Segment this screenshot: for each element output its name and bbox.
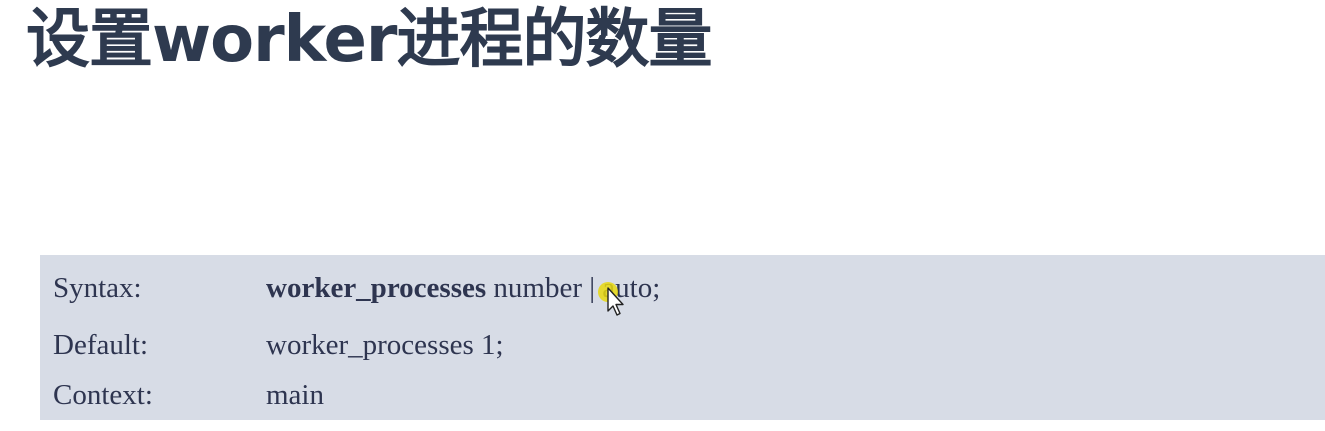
mouse-pointer-icon bbox=[598, 282, 624, 316]
default-row: Default: worker_processes 1; bbox=[53, 329, 504, 362]
directive-args: number | auto; bbox=[493, 272, 661, 304]
syntax-row: Syntax: worker_processes number | auto; bbox=[53, 272, 660, 305]
directive-table: Syntax: worker_processes number | auto; D… bbox=[40, 255, 1325, 420]
default-value: worker_processes 1; bbox=[266, 329, 504, 361]
syntax-label: Syntax: bbox=[53, 272, 142, 304]
context-value: main bbox=[266, 379, 324, 411]
slide: 设置worker进程的数量 Syntax: worker_processes nu… bbox=[0, 0, 1325, 431]
default-label: Default: bbox=[53, 329, 149, 361]
context-label: Context: bbox=[53, 379, 153, 411]
directive-name: worker_processes bbox=[266, 272, 487, 304]
page-title: 设置worker进程的数量 bbox=[26, 3, 712, 77]
context-row: Context: main bbox=[53, 379, 324, 412]
